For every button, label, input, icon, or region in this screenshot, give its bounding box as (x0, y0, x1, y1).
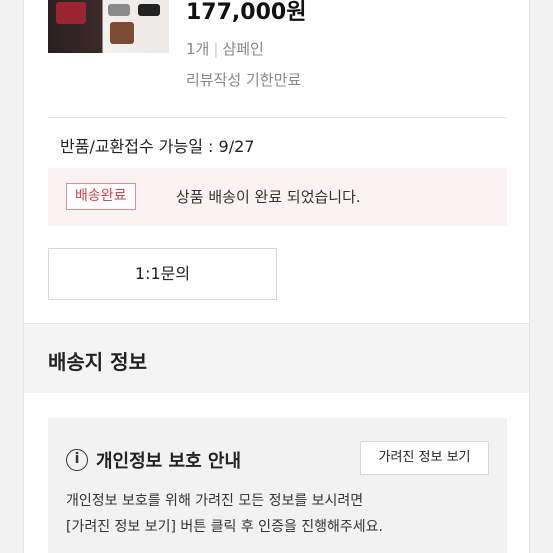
review-status: 리뷰작성 기한만료 (186, 71, 302, 89)
delivery-status-box: 배송완료 상품 배송이 완료 되었습니다. (48, 168, 507, 226)
product-image-part (138, 4, 160, 16)
product-option-value: 샴페인 (222, 40, 264, 58)
order-detail-card: 177,000원 1개 | 샴페인 리뷰작성 기한만료 반품/교환접수 가능일 : … (23, 0, 530, 553)
return-exchange-date: 반품/교환접수 가능일 : 9/27 (60, 137, 255, 156)
shipping-info-header: 배송지 정보 (24, 323, 529, 393)
product-quantity: 1개 (186, 40, 210, 58)
product-image-part (56, 2, 86, 24)
privacy-notice-description: 개인정보 보호를 위해 가려진 모든 정보를 보시려면 [가려진 정보 보기] … (66, 488, 496, 540)
option-separator: | (213, 40, 219, 58)
delivery-status-message: 상품 배송이 완료 되었습니다. (176, 188, 361, 206)
privacy-notice-title: 개인정보 보호 안내 (96, 451, 242, 472)
shipping-info-title: 배송지 정보 (48, 350, 147, 374)
info-icon: i (66, 449, 88, 471)
delivery-status-badge: 배송완료 (66, 183, 136, 210)
privacy-desc-line: [가려진 정보 보기] 버튼 클릭 후 인증을 진행해주세요. (66, 519, 384, 535)
privacy-desc-line: 개인정보 보호를 위해 가려진 모든 정보를 보시려면 (66, 493, 364, 509)
product-image-part (110, 22, 134, 44)
product-price: 177,000원 (186, 0, 307, 25)
divider (48, 117, 507, 118)
view-hidden-info-button[interactable]: 가려진 정보 보기 (360, 441, 489, 475)
inquiry-button[interactable]: 1:1문의 (48, 248, 277, 300)
product-thumbnail[interactable] (48, 0, 169, 53)
product-image-part (108, 4, 130, 16)
product-option: 1개 | 샴페인 (186, 38, 264, 59)
privacy-notice-box: i 개인정보 보호 안내 가려진 정보 보기 개인정보 보호를 위해 가려진 모… (48, 418, 507, 553)
